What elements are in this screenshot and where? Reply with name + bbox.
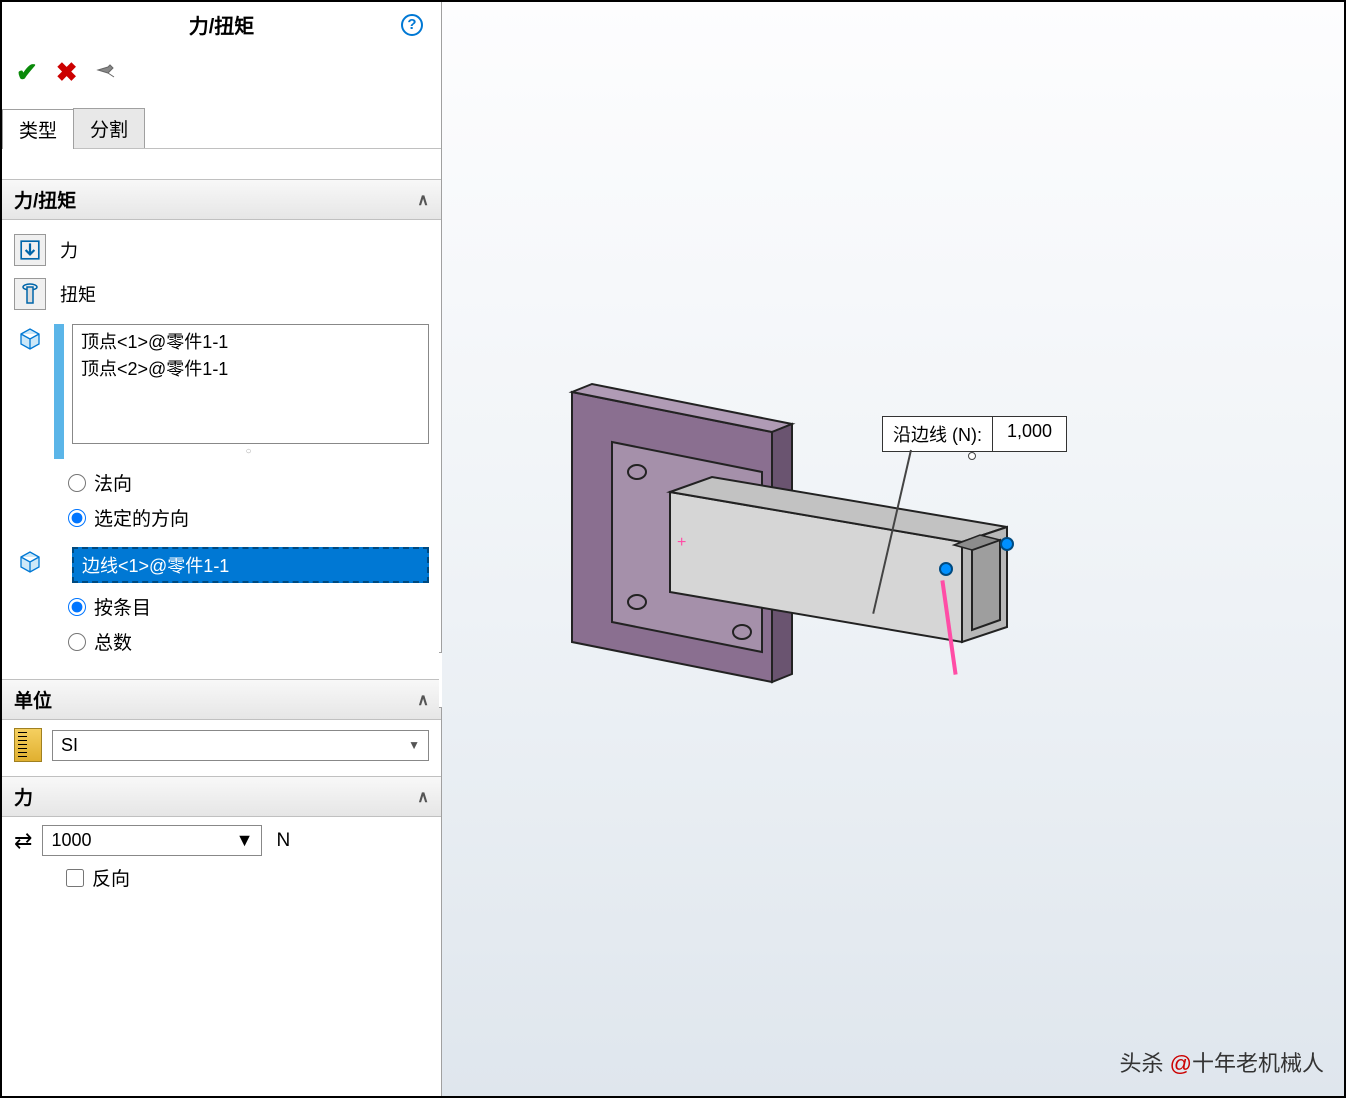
- section-force-torque[interactable]: 力/扭矩 ∧: [2, 179, 441, 220]
- force-type-icon[interactable]: [14, 234, 46, 266]
- chevron-up-icon: ∧: [417, 787, 429, 807]
- panel-title: 力/扭矩: [189, 10, 255, 39]
- direction-arrow-icon[interactable]: ⇄: [14, 828, 32, 854]
- tab-type[interactable]: 类型: [2, 109, 74, 149]
- vertex-1-marker[interactable]: [939, 562, 953, 576]
- radio-per-item[interactable]: 按条目: [68, 589, 429, 624]
- panel-header: 力/扭矩 ?: [2, 2, 441, 47]
- pin-icon[interactable]: [96, 61, 116, 84]
- vertex-2-marker[interactable]: [1000, 537, 1014, 551]
- force-callout[interactable]: 沿边线 (N): 1,000: [882, 416, 1067, 452]
- vertex-selection-list[interactable]: 顶点<1>@零件1-1 顶点<2>@零件1-1: [72, 324, 429, 444]
- callout-value[interactable]: 1,000: [993, 417, 1066, 451]
- help-icon[interactable]: ?: [401, 14, 423, 36]
- tab-bar: 类型 分割: [2, 108, 441, 149]
- direction-face-icon[interactable]: [14, 547, 46, 582]
- chevron-up-icon: ∧: [417, 190, 429, 210]
- vertex-item-1[interactable]: 顶点<1>@零件1-1: [81, 329, 420, 356]
- action-bar: ✔ ✖: [2, 47, 441, 108]
- section-force[interactable]: 力 ∧: [2, 776, 441, 817]
- chevron-down-icon: ▼: [236, 830, 254, 851]
- force-value-input[interactable]: 1000 ▼: [42, 825, 262, 856]
- callout-anchor-top: [968, 452, 976, 460]
- selection-bar: [54, 324, 64, 459]
- selection-face-icon[interactable]: [14, 324, 46, 459]
- chevron-up-icon: ∧: [417, 690, 429, 710]
- torque-type-label: 扭矩: [60, 281, 96, 307]
- tab-split[interactable]: 分割: [73, 108, 145, 148]
- radio-selected-direction[interactable]: 选定的方向: [68, 500, 429, 535]
- torque-type-icon[interactable]: [14, 278, 46, 310]
- radio-normal[interactable]: 法向: [68, 465, 429, 500]
- callout-label: 沿边线 (N):: [883, 417, 993, 451]
- property-panel: 力/扭矩 ? ✔ ✖ 类型 分割 力/扭矩 ∧ 力: [2, 2, 442, 1096]
- section-units[interactable]: 单位 ∧: [2, 679, 441, 720]
- cancel-button[interactable]: ✖: [56, 57, 78, 88]
- radio-total[interactable]: 总数: [68, 624, 429, 659]
- ruler-icon: [14, 728, 42, 762]
- svg-text:+: +: [677, 534, 686, 551]
- force-unit: N: [276, 830, 290, 852]
- 3d-viewport[interactable]: + 沿边线 (N): 1,000 头杀 @十年老机械人: [442, 2, 1344, 1096]
- edge-selection[interactable]: 边线<1>@零件1-1: [72, 547, 429, 583]
- force-type-label: 力: [60, 237, 78, 263]
- chevron-down-icon: ▼: [408, 738, 420, 752]
- units-dropdown[interactable]: SI ▼: [52, 730, 429, 761]
- reverse-checkbox[interactable]: 反向: [14, 856, 429, 891]
- ok-button[interactable]: ✔: [16, 57, 38, 88]
- watermark: 头杀 @十年老机械人: [1120, 1046, 1324, 1078]
- resize-grip[interactable]: ○: [72, 444, 429, 459]
- vertex-item-2[interactable]: 顶点<2>@零件1-1: [81, 356, 420, 383]
